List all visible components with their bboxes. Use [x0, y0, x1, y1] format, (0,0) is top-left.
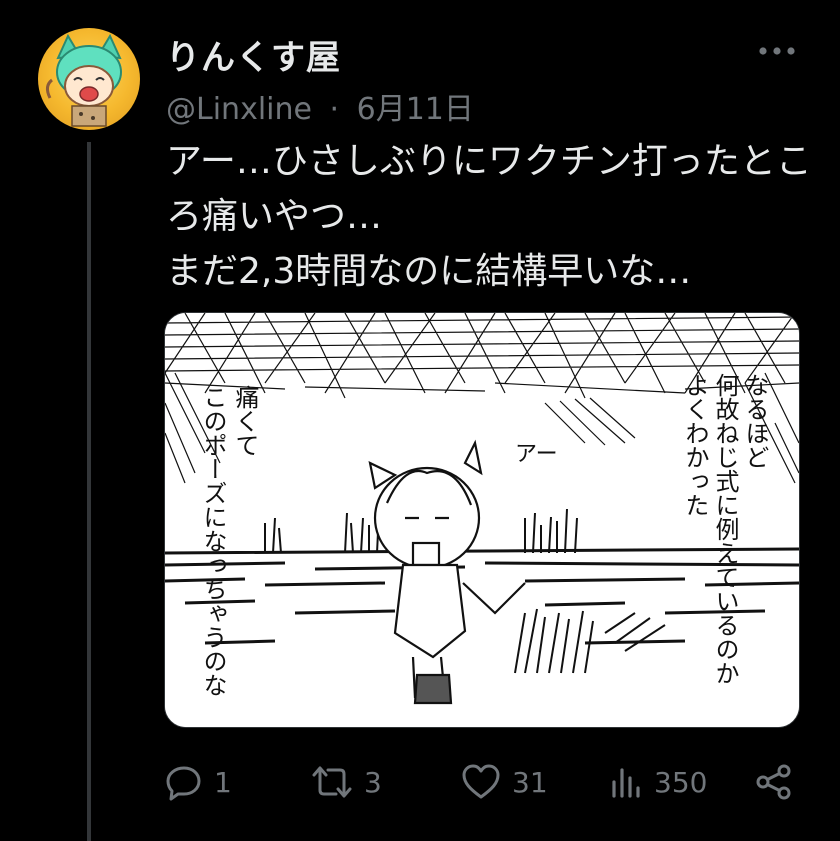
like-button[interactable]: 31 [460, 752, 548, 812]
retweet-icon [312, 766, 352, 798]
view-count: 350 [654, 765, 708, 799]
like-count: 31 [512, 765, 548, 799]
views-button[interactable]: 350 [608, 752, 707, 812]
tweet-actions: 1 3 31 350 [0, 752, 840, 812]
tweet-text: アー…ひさしぶりにワクチン打ったとこ ろ痛いやつ… まだ2,3時間なのに結構早い… [166, 134, 816, 299]
reply-button[interactable]: 1 [164, 752, 232, 812]
tweet-text-line: まだ2,3時間なのに結構早いな… [166, 251, 692, 292]
image-caption-right-2: 何故ねじ式に例えているのか [711, 373, 739, 685]
tweet-meta: @Linxline · 6月11日 [166, 84, 474, 128]
tweet-date[interactable]: 6月11日 [357, 84, 474, 128]
avatar[interactable] [38, 28, 140, 130]
display-name[interactable]: りんくす屋 [166, 30, 341, 79]
heart-icon [462, 764, 500, 799]
image-caption-left-2: このポーズになっちゃうのな [199, 385, 227, 697]
handle[interactable]: @Linxline [166, 92, 312, 127]
retweet-count: 3 [364, 765, 382, 799]
share-button[interactable] [753, 752, 795, 812]
avatar-image [45, 33, 122, 127]
thread-line [87, 142, 91, 841]
reply-icon [166, 766, 201, 801]
views-icon [612, 768, 640, 798]
image-caption-right-1: なるほど [741, 373, 769, 469]
image-sfx: アー [515, 442, 558, 467]
manga-illustration: アー 痛くて このポーズになっちゃうのな なるほど 何故ねじ式に例えているのか … [165, 313, 799, 727]
share-icon [756, 764, 791, 800]
tweet-media-image[interactable]: アー 痛くて このポーズになっちゃうのな なるほど 何故ねじ式に例えているのか … [164, 312, 800, 728]
retweet-button[interactable]: 3 [310, 752, 382, 812]
tweet-text-line: ろ痛いやつ… [166, 196, 383, 237]
reply-count: 1 [214, 765, 232, 799]
image-caption-left-1: 痛くて [231, 385, 259, 457]
more-options-button[interactable] [755, 36, 799, 66]
more-horizontal-icon [759, 47, 795, 55]
tweet-text-line: アー…ひさしぶりにワクチン打ったとこ [166, 141, 812, 182]
meta-separator: · [329, 92, 340, 127]
image-caption-right-3: よくわかった [681, 373, 709, 517]
